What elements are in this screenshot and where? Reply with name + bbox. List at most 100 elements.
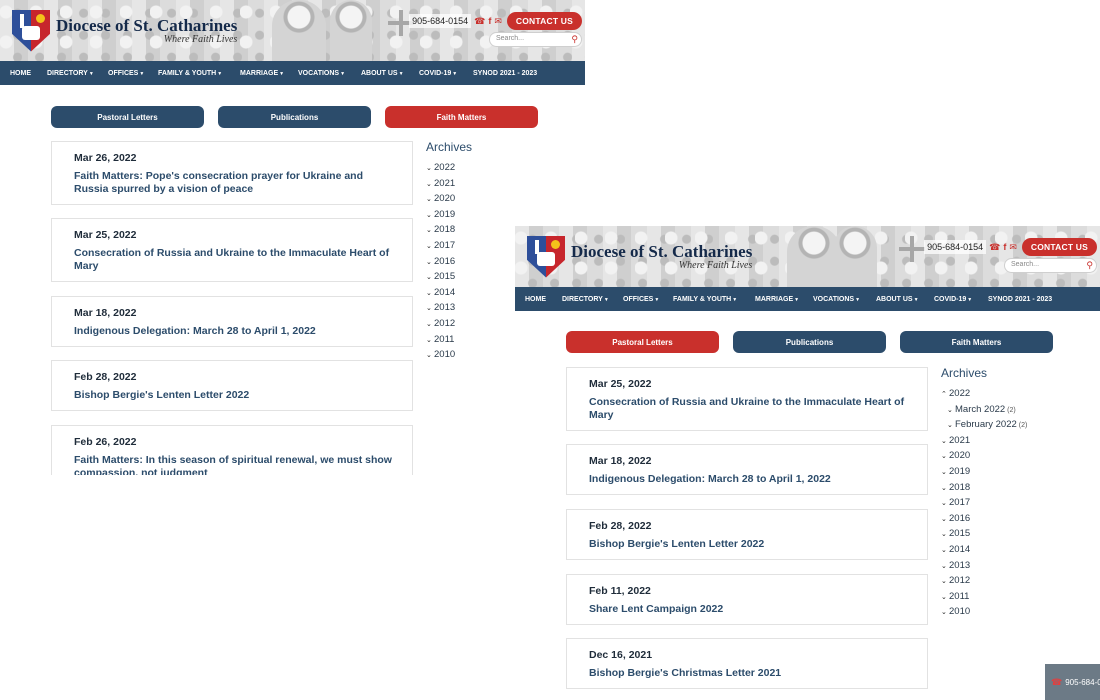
email-icon[interactable]: ✉	[1009, 242, 1017, 252]
archive-year-2011[interactable]: ⌄ 2011	[941, 589, 1027, 605]
nav-item-marriage[interactable]: MARRIAGE▼	[240, 70, 284, 77]
contact-us-button[interactable]: CONTACT US	[506, 12, 582, 30]
archive-month[interactable]: ⌄ February 2022 (2)	[941, 417, 1027, 433]
post-title-link[interactable]: Faith Matters: In this season of spiritu…	[74, 454, 397, 475]
nav-item-offices[interactable]: OFFICES▼	[623, 296, 659, 303]
tab-faith-matters[interactable]: Faith Matters	[900, 331, 1053, 353]
post-card[interactable]: Mar 25, 2022 Consecration of Russia and U…	[51, 218, 413, 282]
post-card[interactable]: Mar 18, 2022 Indigenous Delegation: March…	[566, 444, 928, 495]
tab-publications[interactable]: Publications	[218, 106, 371, 128]
post-title-link[interactable]: Consecration of Russia and Ukraine to th…	[74, 247, 397, 273]
nav-item-label: ABOUT US	[361, 69, 398, 77]
post-card[interactable]: Feb 26, 2022 Faith Matters: In this seaso…	[51, 425, 413, 475]
post-title-link[interactable]: Indigenous Delegation: March 28 to April…	[74, 325, 397, 338]
floating-phone-button[interactable]: ☎ 905-684-0154	[1045, 664, 1100, 700]
caret-down-icon: ▼	[855, 296, 861, 303]
archive-year-2010[interactable]: ⌄ 2010	[941, 604, 1027, 620]
nav-item-home[interactable]: HOME	[525, 296, 546, 303]
chevron-down-icon: ⌄	[426, 165, 432, 172]
phone-number[interactable]: 905-684-0154	[409, 14, 472, 28]
tab-faith-matters[interactable]: Faith Matters	[385, 106, 538, 128]
archive-year-2011[interactable]: ⌄ 2011	[426, 332, 472, 348]
archive-year-2017[interactable]: ⌄ 2017	[941, 495, 1027, 511]
post-title-link[interactable]: Consecration of Russia and Ukraine to th…	[589, 396, 912, 422]
archive-year-2018[interactable]: ⌄ 2018	[426, 222, 472, 238]
post-title-link[interactable]: Indigenous Delegation: March 28 to April…	[589, 473, 912, 486]
archive-year-2021[interactable]: ⌄ 2021	[426, 176, 472, 192]
nav-item-home[interactable]: HOME	[10, 70, 31, 77]
tab-publications[interactable]: Publications	[733, 331, 886, 353]
chevron-down-icon: ⌄	[426, 336, 432, 344]
archive-year-2020[interactable]: ⌄ 2020	[941, 448, 1027, 464]
facebook-icon[interactable]: f	[488, 16, 491, 26]
archive-year-2016[interactable]: ⌄ 2016	[426, 254, 472, 270]
nav-item-family-youth[interactable]: FAMILY & YOUTH▼	[158, 70, 222, 77]
post-title-link[interactable]: Faith Matters: Pope's consecration praye…	[74, 170, 397, 196]
archive-year-2015[interactable]: ⌄ 2015	[426, 269, 472, 285]
nav-item-covid-19[interactable]: COVID-19▼	[419, 70, 457, 77]
post-card[interactable]: Feb 28, 2022 Bishop Bergie's Lenten Lette…	[51, 360, 413, 411]
site-logo[interactable]: Diocese of St. Catharines Where Faith Li…	[0, 0, 237, 61]
chevron-down-icon: ⌄	[426, 227, 432, 235]
chevron-down-icon: ⌄	[426, 320, 432, 328]
nav-item-family-youth[interactable]: FAMILY & YOUTH▼	[673, 296, 737, 303]
search-icon[interactable]: ⚲	[1086, 260, 1093, 271]
archive-year-2014[interactable]: ⌄ 2014	[941, 542, 1027, 558]
archive-year-2012[interactable]: ⌄ 2012	[426, 316, 472, 332]
email-icon[interactable]: ✉	[494, 16, 502, 26]
archive-year-2020[interactable]: ⌄ 2020	[426, 191, 472, 207]
phone-icon[interactable]: ☎	[474, 16, 485, 26]
archive-year-2015[interactable]: ⌄ 2015	[941, 526, 1027, 542]
archive-year-2018[interactable]: ⌄ 2018	[941, 480, 1027, 496]
post-title-link[interactable]: Bishop Bergie's Christmas Letter 2021	[589, 667, 912, 680]
nav-item-directory[interactable]: DIRECTORY▼	[47, 70, 94, 77]
archive-year-2013[interactable]: ⌄ 2013	[426, 300, 472, 316]
facebook-icon[interactable]: f	[1003, 242, 1006, 252]
post-card[interactable]: Feb 28, 2022 Bishop Bergie's Lenten Lette…	[566, 509, 928, 560]
archive-year-2014[interactable]: ⌄ 2014	[426, 285, 472, 301]
archive-year-2022[interactable]: ⌄ 2022	[426, 160, 472, 176]
archive-year-2010[interactable]: ⌄ 2010	[426, 347, 472, 363]
archive-month[interactable]: ⌄ March 2022 (2)	[941, 402, 1027, 418]
post-card[interactable]: Mar 26, 2022 Faith Matters: Pope's consec…	[51, 141, 413, 205]
post-title-link[interactable]: Bishop Bergie's Lenten Letter 2022	[589, 538, 912, 551]
search-icon[interactable]: ⚲	[571, 34, 578, 45]
phone-number[interactable]: 905-684-0154	[924, 240, 987, 254]
post-title-link[interactable]: Share Lent Campaign 2022	[589, 603, 912, 616]
nav-item-directory[interactable]: DIRECTORY▼	[562, 296, 609, 303]
archive-year-expanded[interactable]: ⌃ 2022	[941, 386, 1027, 402]
archive-year-2019[interactable]: ⌄ 2019	[941, 464, 1027, 480]
nav-item-offices[interactable]: OFFICES▼	[108, 70, 144, 77]
site-logo[interactable]: Diocese of St. Catharines Where Faith Li…	[515, 226, 752, 287]
tab-pastoral-letters[interactable]: Pastoral Letters	[51, 106, 204, 128]
search-input[interactable]: Search... ⚲	[1004, 258, 1097, 273]
post-title-link[interactable]: Bishop Bergie's Lenten Letter 2022	[74, 389, 397, 402]
contact-us-button[interactable]: CONTACT US	[1021, 238, 1097, 256]
post-card[interactable]: Dec 16, 2021 Bishop Bergie's Christmas Le…	[566, 638, 928, 689]
archive-year-2019[interactable]: ⌄ 2019	[426, 207, 472, 223]
archive-year-2021[interactable]: ⌄ 2021	[941, 433, 1027, 449]
archive-year-2017[interactable]: ⌄ 2017	[426, 238, 472, 254]
nav-item-vocations[interactable]: VOCATIONS▼	[298, 70, 345, 77]
nav-item-about-us[interactable]: ABOUT US▼	[361, 70, 404, 77]
archive-year-2013[interactable]: ⌄ 2013	[941, 558, 1027, 574]
nav-item-synod-2021-2023[interactable]: SYNOD 2021 - 2023	[988, 296, 1052, 303]
archive-year-2016[interactable]: ⌄ 2016	[941, 511, 1027, 527]
nav-item-vocations[interactable]: VOCATIONS▼	[813, 296, 860, 303]
nav-item-marriage[interactable]: MARRIAGE▼	[755, 296, 799, 303]
archive-year-2012[interactable]: ⌄ 2012	[941, 573, 1027, 589]
nav-item-synod-2021-2023[interactable]: SYNOD 2021 - 2023	[473, 70, 537, 77]
caret-down-icon: ▼	[217, 70, 223, 77]
post-card[interactable]: Mar 25, 2022 Consecration of Russia and U…	[566, 367, 928, 431]
archive-year-label: 2019	[434, 208, 456, 220]
nav-item-covid-19[interactable]: COVID-19▼	[934, 296, 972, 303]
phone-icon[interactable]: ☎	[989, 242, 1000, 252]
search-input[interactable]: Search... ⚲	[489, 32, 582, 47]
nav-item-about-us[interactable]: ABOUT US▼	[876, 296, 919, 303]
archive-year-label: 2021	[949, 434, 971, 446]
tab-pastoral-letters[interactable]: Pastoral Letters	[566, 331, 719, 353]
post-card[interactable]: Mar 18, 2022 Indigenous Delegation: March…	[51, 296, 413, 347]
contact-bar: 905-684-0154 ☎ f ✉ CONTACT US	[924, 238, 1097, 256]
post-date: Feb 26, 2022	[74, 436, 137, 448]
post-card[interactable]: Feb 11, 2022 Share Lent Campaign 2022	[566, 574, 928, 625]
